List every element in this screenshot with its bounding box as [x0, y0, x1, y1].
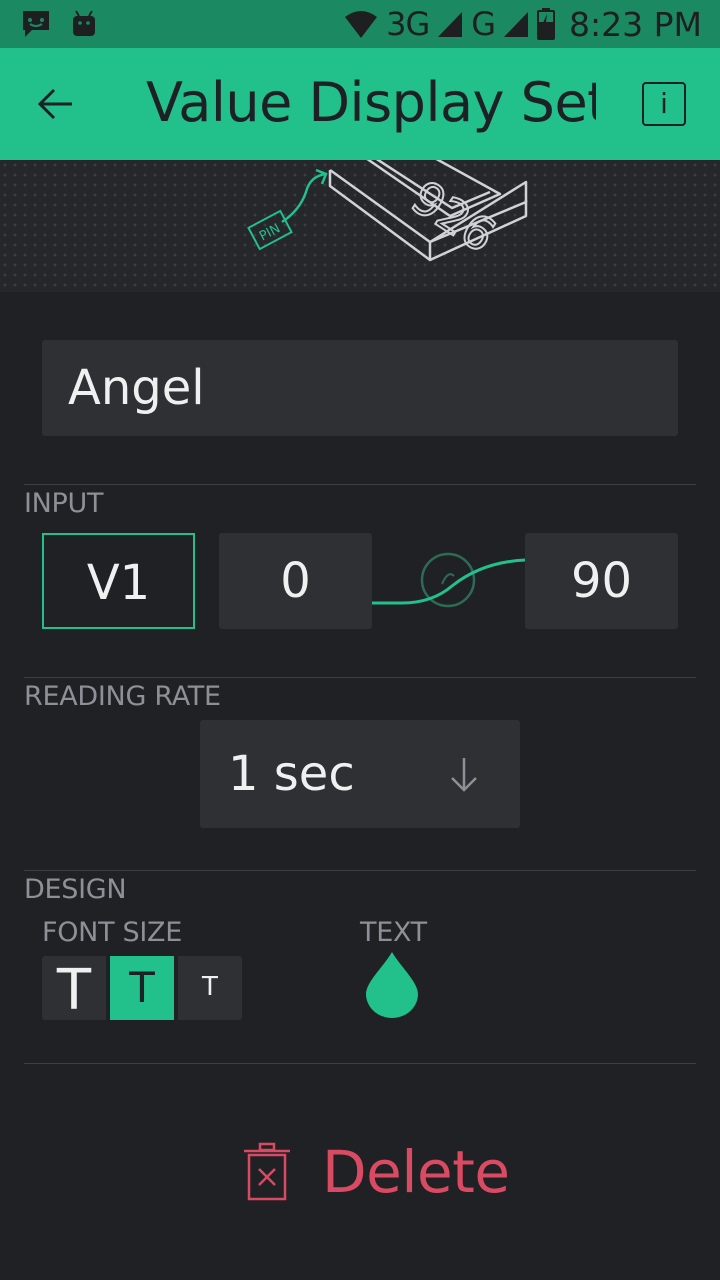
signal-icon	[438, 12, 463, 37]
chat-notification-icon	[23, 11, 49, 37]
widget-name-value: Angel	[68, 360, 205, 416]
network-type-g: G	[471, 5, 496, 43]
info-button[interactable]: i	[642, 82, 686, 126]
design-section-label: DESIGN	[24, 874, 127, 905]
reading-rate-section-label: READING RATE	[24, 681, 221, 712]
section-divider	[24, 677, 696, 678]
section-divider	[24, 870, 696, 871]
trash-icon	[244, 1142, 290, 1201]
text-color-picker-drop-icon[interactable]	[364, 950, 420, 1018]
section-divider	[24, 1063, 696, 1064]
pin-selector[interactable]: V1	[42, 533, 195, 629]
back-button[interactable]	[34, 82, 78, 126]
status-bar-notifications	[20, 8, 98, 40]
range-max-input[interactable]: 90	[525, 533, 678, 629]
range-min-input[interactable]: 0	[219, 533, 372, 629]
font-size-label: FONT SIZE	[42, 917, 183, 948]
illustration-pin-tag: PIN	[257, 221, 283, 244]
delete-button[interactable]: Delete	[236, 1138, 510, 1208]
status-bar-system: 3G G 8:23 PM	[344, 0, 702, 48]
delete-label: Delete	[322, 1138, 510, 1206]
app-bar: Value Display Sett i	[0, 48, 720, 160]
back-arrow-icon	[37, 88, 72, 120]
arrow-down-icon	[451, 758, 477, 792]
network-type-3g: 3G	[386, 5, 430, 43]
input-section-label: INPUT	[24, 488, 104, 519]
font-size-medium-button[interactable]: T	[110, 956, 174, 1020]
android-icon	[73, 10, 95, 36]
text-color-label: TEXT	[360, 917, 427, 948]
status-bar-time: 8:23 PM	[569, 4, 702, 44]
reading-rate-dropdown[interactable]: 1 sec	[200, 720, 520, 828]
widget-name-input[interactable]: Angel	[42, 340, 678, 436]
font-size-large-button[interactable]: T	[42, 956, 106, 1023]
reading-rate-value: 1 sec	[228, 746, 355, 802]
font-size-small-button[interactable]: T	[178, 956, 242, 1020]
page-title: Value Display Sett	[146, 71, 596, 134]
mapping-curve-icon	[372, 552, 525, 608]
wifi-icon	[345, 11, 378, 38]
widget-illustration: 926 PIN	[0, 160, 720, 292]
section-divider	[24, 484, 696, 485]
value-display-illustration: 926 PIN	[247, 160, 528, 264]
battery-charging-icon	[537, 8, 556, 40]
signal-icon	[504, 12, 529, 37]
status-bar: 3G G 8:23 PM	[0, 0, 720, 48]
